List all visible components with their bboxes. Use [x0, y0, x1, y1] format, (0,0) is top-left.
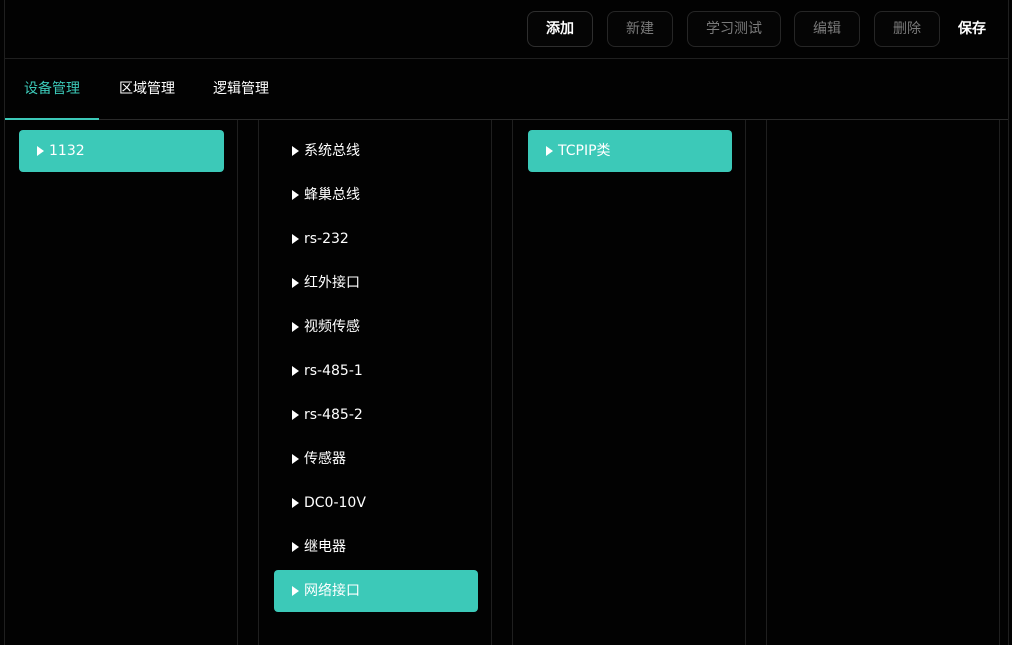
new-button[interactable]: 新建: [607, 11, 673, 47]
device-item-1132[interactable]: 1132: [19, 130, 224, 172]
toolbar: 添加 新建 学习测试 编辑 删除 保存: [5, 0, 1008, 59]
interface-item-label: rs-232: [304, 231, 349, 247]
caret-right-icon: [292, 234, 299, 244]
caret-right-icon: [292, 278, 299, 288]
interface-item-label: 传感器: [304, 451, 346, 467]
delete-button[interactable]: 删除: [874, 11, 940, 47]
caret-right-icon: [546, 146, 553, 156]
interface-item-rs485-1[interactable]: rs-485-1: [274, 350, 478, 392]
column-divider: [512, 120, 513, 645]
tab-area-management[interactable]: 区域管理: [111, 59, 183, 119]
empty-column: [767, 121, 999, 645]
save-button[interactable]: 保存: [958, 11, 986, 47]
caret-right-icon: [292, 190, 299, 200]
interface-item-rs485-2[interactable]: rs-485-2: [274, 394, 478, 436]
interface-item-label: 系统总线: [304, 143, 360, 159]
column-divider: [999, 120, 1000, 645]
interface-item-video-sensor[interactable]: 视频传感: [274, 306, 478, 348]
column-divider: [745, 120, 746, 645]
type-item-label: TCPIP类: [558, 143, 611, 159]
caret-right-icon: [292, 410, 299, 420]
interface-item-label: DC0-10V: [304, 495, 366, 511]
column-divider: [491, 120, 492, 645]
edit-button[interactable]: 编辑: [794, 11, 860, 47]
interface-item-rs232[interactable]: rs-232: [274, 218, 478, 260]
caret-right-icon: [292, 498, 299, 508]
tab-device-management[interactable]: 设备管理: [5, 59, 99, 119]
device-manager-app: 添加 新建 学习测试 编辑 删除 保存 设备管理 区域管理 逻辑管理 1132 …: [0, 0, 1012, 645]
tab-bar: 设备管理 区域管理 逻辑管理: [5, 59, 1008, 120]
interface-item-network[interactable]: 网络接口: [274, 570, 478, 612]
interface-item-infrared[interactable]: 红外接口: [274, 262, 478, 304]
type-item-tcpip[interactable]: TCPIP类: [528, 130, 732, 172]
active-tab-indicator: [5, 118, 99, 120]
device-item-label: 1132: [49, 143, 85, 159]
interface-item-label: 蜂巢总线: [304, 187, 360, 203]
column-divider: [258, 120, 259, 645]
tab-logic-management[interactable]: 逻辑管理: [205, 59, 277, 119]
caret-right-icon: [292, 542, 299, 552]
frame-border-right: [1008, 0, 1009, 645]
learn-test-button[interactable]: 学习测试: [687, 11, 781, 47]
caret-right-icon: [292, 586, 299, 596]
interface-item-relay[interactable]: 继电器: [274, 526, 478, 568]
column-divider: [237, 120, 238, 645]
interface-item-label: 视频传感: [304, 319, 360, 335]
interface-item-label: 网络接口: [304, 583, 360, 599]
interface-item-label: rs-485-1: [304, 363, 363, 379]
caret-right-icon: [292, 322, 299, 332]
interface-item-label: 继电器: [304, 539, 346, 555]
caret-right-icon: [292, 146, 299, 156]
caret-right-icon: [292, 366, 299, 376]
interface-item-sensor[interactable]: 传感器: [274, 438, 478, 480]
add-button[interactable]: 添加: [527, 11, 593, 47]
interface-item-label: rs-485-2: [304, 407, 363, 423]
interface-item-dc0-10v[interactable]: DC0-10V: [274, 482, 478, 524]
interface-item-label: 红外接口: [304, 275, 360, 291]
caret-right-icon: [292, 454, 299, 464]
interface-item-hive-bus[interactable]: 蜂巢总线: [274, 174, 478, 216]
caret-right-icon: [37, 146, 44, 156]
interface-item-system-bus[interactable]: 系统总线: [274, 130, 478, 172]
